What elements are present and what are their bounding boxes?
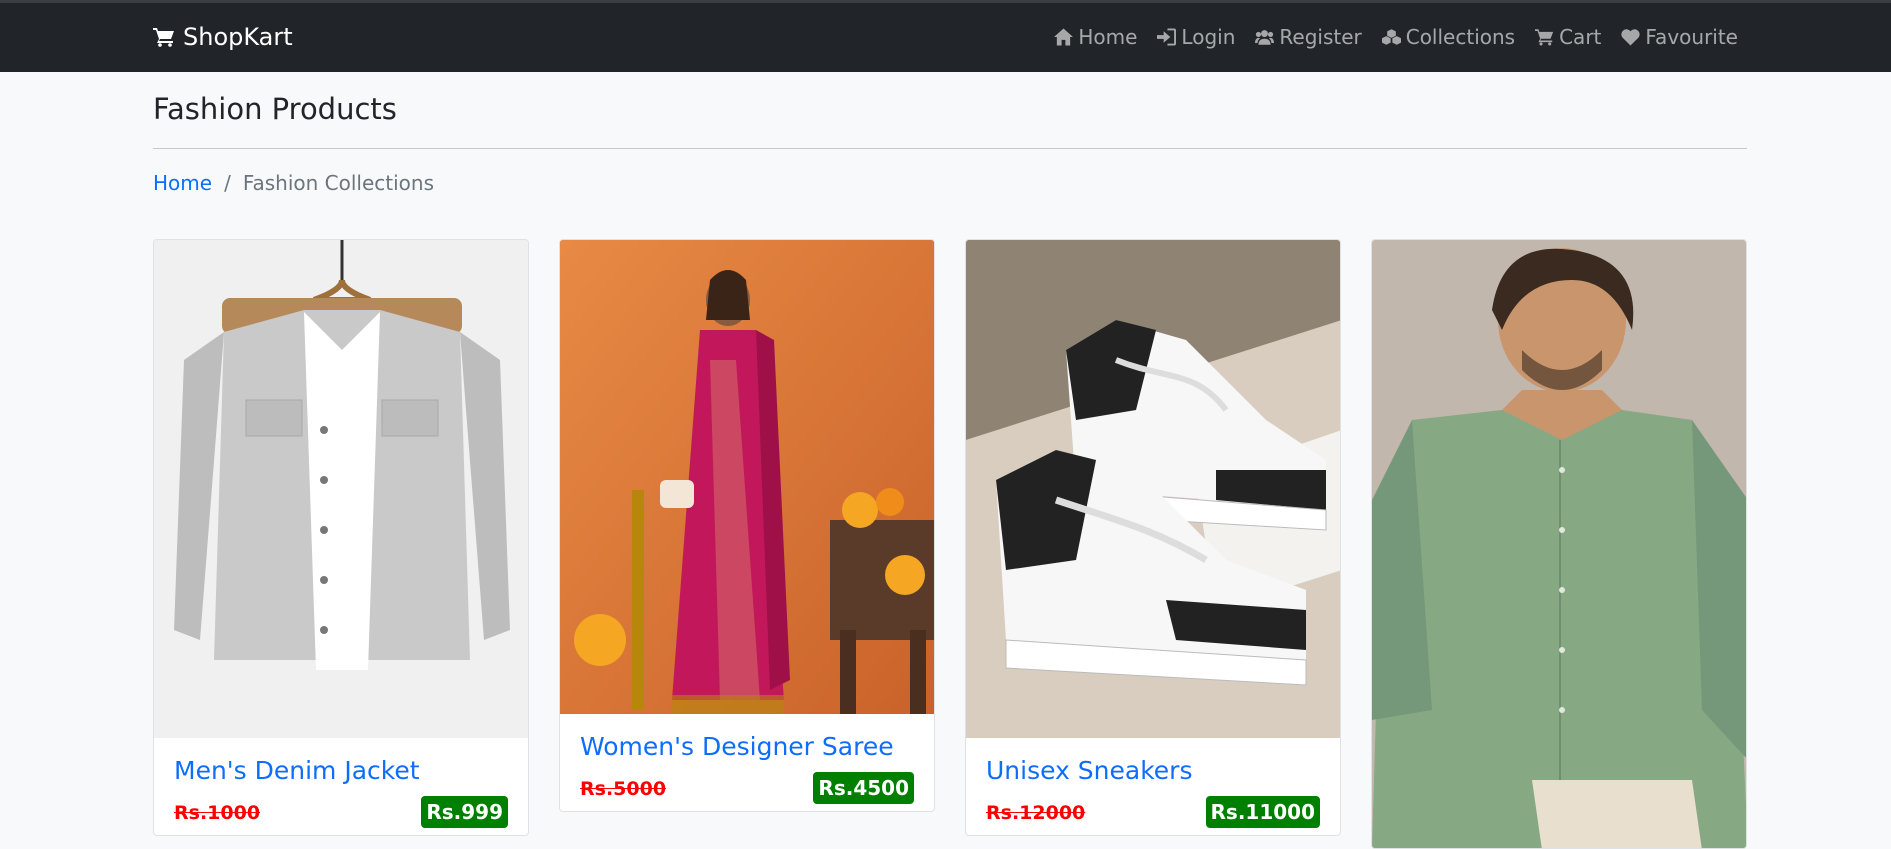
product-card[interactable]: Women's Designer Saree Rs.5000 Rs.4500: [559, 239, 935, 812]
brand-label: ShopKart: [183, 23, 293, 51]
product-image-denim-jacket[interactable]: [154, 240, 528, 738]
nav-link-favourite[interactable]: Favourite: [1621, 25, 1738, 49]
nav-link-home[interactable]: Home: [1054, 25, 1137, 49]
cart-icon: [153, 28, 174, 47]
nav-link-collections[interactable]: Collections: [1381, 25, 1516, 49]
product-title-link[interactable]: Women's Designer Saree: [580, 732, 914, 761]
nav-link-login[interactable]: Login: [1157, 25, 1235, 49]
nav-label: Collections: [1405, 25, 1516, 49]
product-price-badge: Rs.999: [421, 796, 508, 828]
product-price-badge: Rs.11000: [1205, 796, 1320, 828]
product-original-price: Rs.1000: [174, 802, 261, 824]
breadcrumb: Home / Fashion Collections: [153, 171, 434, 195]
breadcrumb-home-link[interactable]: Home: [153, 171, 212, 195]
breadcrumb-current: Fashion Collections: [242, 171, 435, 195]
nav-label: Register: [1279, 25, 1362, 49]
product-image-saree[interactable]: [560, 240, 934, 714]
title-divider: [153, 148, 1747, 149]
product-card[interactable]: Unisex Sneakers Rs.12000 Rs.11000: [965, 239, 1341, 836]
cubes-icon: [1381, 29, 1401, 45]
product-card-body: Unisex Sneakers Rs.12000 Rs.11000: [966, 738, 1340, 835]
nav-label: Cart: [1559, 25, 1602, 49]
product-card[interactable]: [1371, 239, 1747, 849]
cart-icon: [1535, 29, 1554, 46]
nav-label: Home: [1078, 25, 1138, 49]
product-card-body: Women's Designer Saree Rs.5000 Rs.4500: [560, 714, 934, 811]
product-image-sneakers[interactable]: [966, 240, 1340, 738]
product-card-body: Men's Denim Jacket Rs.1000 Rs.999: [154, 738, 528, 835]
brand-link[interactable]: ShopKart: [153, 23, 293, 51]
page-title: Fashion Products: [153, 92, 397, 126]
heart-icon: [1621, 29, 1641, 46]
nav-label: Login: [1181, 25, 1236, 49]
users-icon: [1255, 30, 1275, 45]
product-price-badge: Rs.4500: [813, 772, 914, 804]
product-original-price: Rs.5000: [580, 778, 667, 800]
product-title-link[interactable]: Men's Denim Jacket: [174, 756, 508, 785]
sign-in-icon: [1157, 28, 1177, 46]
product-image-green-shirt[interactable]: [1372, 240, 1746, 848]
nav-link-register[interactable]: Register: [1255, 25, 1362, 49]
nav-links: Home Login Register Collections Cart Fav…: [1054, 25, 1738, 49]
nav-link-cart[interactable]: Cart: [1535, 25, 1601, 49]
breadcrumb-separator: /: [224, 171, 231, 195]
home-icon: [1054, 28, 1074, 46]
nav-label: Favourite: [1645, 25, 1738, 49]
product-card[interactable]: Men's Denim Jacket Rs.1000 Rs.999: [153, 239, 529, 836]
product-original-price: Rs.12000: [986, 802, 1086, 824]
product-title-link[interactable]: Unisex Sneakers: [986, 756, 1320, 785]
navbar: ShopKart Home Login Register Collections…: [0, 0, 1891, 72]
